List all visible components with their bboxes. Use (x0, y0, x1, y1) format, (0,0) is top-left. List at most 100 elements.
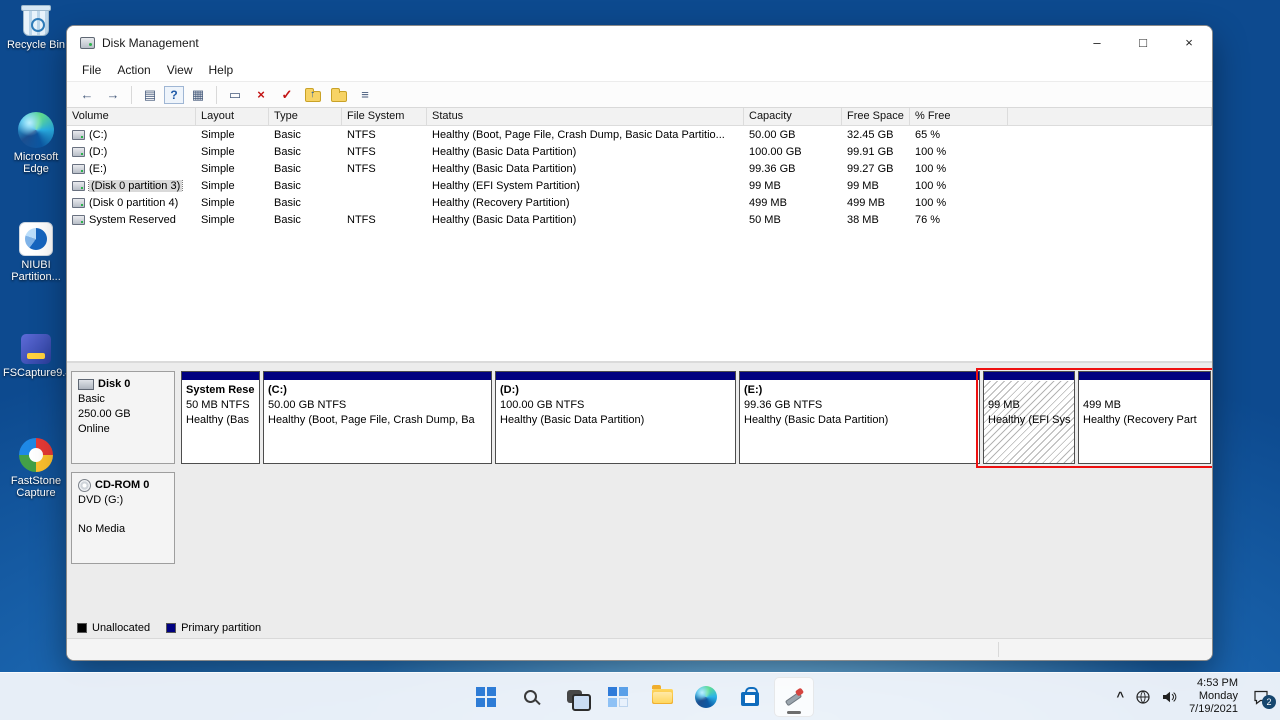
back-icon[interactable]: ← (75, 84, 99, 106)
widgets-button[interactable] (598, 677, 638, 717)
edge-button[interactable] (686, 677, 726, 717)
col-capacity[interactable]: Capacity (744, 108, 842, 125)
legend-primary-partition: Primary partition (166, 622, 261, 634)
volume-row-d[interactable]: (D:) SimpleBasic NTFSHealthy (Basic Data… (67, 143, 1212, 160)
cd-icon (78, 479, 91, 492)
col-file-system[interactable]: File System (342, 108, 427, 125)
desktop-icon-label: NIUBI Partition... (3, 259, 69, 283)
disk0-info-panel[interactable]: Disk 0 Basic 250.00 GB Online (71, 371, 175, 464)
notification-button[interactable]: 2 (1248, 684, 1274, 710)
volume-row-system-reserved[interactable]: System Reserved SimpleBasic NTFSHealthy … (67, 211, 1212, 228)
desktop-icon-label: FSCapture9.4 (3, 367, 69, 379)
system-tray: ^ 4:53 PM Monday 7/19/2021 2 (1113, 673, 1274, 720)
toolbar-separator (216, 86, 217, 104)
desktop-icon-label: Microsoft Edge (3, 151, 69, 175)
drive-icon (72, 181, 85, 191)
col-volume[interactable]: Volume (67, 108, 196, 125)
menu-file[interactable]: File (74, 61, 109, 79)
forward-icon[interactable]: → (101, 84, 125, 106)
disk-management-icon (80, 37, 95, 49)
volume-icon[interactable] (1159, 685, 1179, 709)
cdrom-media: DVD (G:) (78, 493, 168, 508)
disk0-row: Disk 0 Basic 250.00 GB Online System Res… (71, 371, 1210, 464)
niubi-partition-icon (19, 222, 53, 256)
hidden-icons-chevron[interactable]: ^ (1113, 689, 1127, 704)
start-button[interactable] (466, 677, 506, 717)
col-filler (1008, 108, 1212, 125)
partition-c[interactable]: (C:) 50.00 GB NTFS Healthy (Boot, Page F… (263, 371, 492, 464)
windows-logo-icon (476, 687, 496, 707)
partition-efi-system[interactable]: 99 MB Healthy (EFI Sys (983, 371, 1075, 464)
list-view-icon[interactable]: ≡ (353, 84, 377, 106)
toolbar-separator (131, 86, 132, 104)
disk0-kind: Basic (78, 392, 168, 407)
desktop-icon-microsoft-edge[interactable]: Microsoft Edge (3, 112, 69, 175)
menu-view[interactable]: View (159, 61, 201, 79)
recycle-bin-icon (23, 8, 49, 36)
task-view-icon (567, 690, 582, 703)
edge-icon (695, 686, 717, 708)
mark-active-icon[interactable]: ✓ (275, 84, 299, 106)
open-folder-up-icon[interactable] (301, 84, 325, 106)
maximize-button[interactable]: □ (1120, 26, 1166, 59)
partition-e[interactable]: (E:) 99.36 GB NTFS Healthy (Basic Data P… (739, 371, 980, 464)
partition-recovery[interactable]: 499 MB Healthy (Recovery Part (1078, 371, 1211, 464)
desktop-icon-recycle-bin[interactable]: Recycle Bin (3, 8, 69, 51)
task-view-button[interactable] (554, 677, 594, 717)
volume-row-e[interactable]: (E:) SimpleBasic NTFSHealthy (Basic Data… (67, 160, 1212, 177)
menu-bar: File Action View Help (67, 59, 1212, 81)
disk0-state: Online (78, 422, 168, 437)
volume-list: Volume Layout Type File System Status Ca… (67, 108, 1212, 361)
network-icon[interactable] (1133, 685, 1153, 709)
search-icon (524, 690, 537, 703)
clock-day: Monday (1189, 690, 1238, 703)
console-tree-icon[interactable]: ▤ (138, 84, 162, 106)
graphical-view: Disk 0 Basic 250.00 GB Online System Res… (67, 361, 1212, 618)
menu-action[interactable]: Action (109, 61, 158, 79)
col-status[interactable]: Status (427, 108, 744, 125)
close-button[interactable]: × (1166, 26, 1212, 59)
volume-row-c[interactable]: (C:) SimpleBasic NTFSHealthy (Boot, Page… (67, 126, 1212, 143)
folder-icon[interactable] (327, 84, 351, 106)
volume-row-recovery-partition[interactable]: (Disk 0 partition 4) SimpleBasic Healthy… (67, 194, 1212, 211)
drive-icon (72, 215, 85, 225)
col-type[interactable]: Type (269, 108, 342, 125)
desktop-icon-label: FastStone Capture (3, 475, 69, 499)
toolbar: ← → ▤ ? ▦ ▭ × ✓ ≡ (67, 81, 1212, 108)
store-button[interactable] (730, 677, 770, 717)
menu-help[interactable]: Help (201, 61, 242, 79)
taskbar: ^ 4:53 PM Monday 7/19/2021 2 (0, 672, 1280, 720)
status-bar-divider (998, 642, 999, 657)
taskbar-center-icons (466, 673, 814, 720)
delete-volume-icon[interactable]: × (249, 84, 273, 106)
file-explorer-button[interactable] (642, 677, 682, 717)
desktop-icon-niubi-partition[interactable]: NIUBI Partition... (3, 222, 69, 283)
desktop-icon-faststone-capture[interactable]: FastStone Capture (3, 438, 69, 499)
help-icon[interactable]: ? (164, 86, 184, 104)
partition-system-reserved[interactable]: System Rese 50 MB NTFS Healthy (Bas (181, 371, 260, 464)
taskbar-clock[interactable]: 4:53 PM Monday 7/19/2021 (1185, 677, 1242, 716)
file-explorer-icon (652, 689, 673, 704)
primary-partition-swatch (166, 623, 176, 633)
disk-tool-app-button[interactable] (774, 677, 814, 717)
desktop-icon-label: Recycle Bin (3, 39, 69, 51)
partition-d[interactable]: (D:) 100.00 GB NTFS Healthy (Basic Data … (495, 371, 736, 464)
clock-time: 4:53 PM (1189, 677, 1238, 690)
search-button[interactable] (510, 677, 550, 717)
window-title: Disk Management (102, 36, 199, 50)
fscapture-icon (21, 334, 51, 364)
minimize-button[interactable]: – (1074, 26, 1120, 59)
volume-row-efi-partition[interactable]: (Disk 0 partition 3) SimpleBasic Healthy… (67, 177, 1212, 194)
col-free-space[interactable]: Free Space (842, 108, 910, 125)
titlebar[interactable]: Disk Management – □ × (67, 26, 1212, 59)
legend-bar: Unallocated Primary partition (67, 618, 1212, 638)
col-layout[interactable]: Layout (196, 108, 269, 125)
primary-partition-bar (740, 372, 979, 381)
faststone-icon (19, 438, 53, 472)
display-icon[interactable]: ▭ (223, 84, 247, 106)
detail-view-icon[interactable]: ▦ (186, 84, 210, 106)
cdrom-info-panel[interactable]: CD-ROM 0 DVD (G:) No Media (71, 472, 175, 564)
desktop-icon-fscapture[interactable]: FSCapture9.4 (3, 334, 69, 379)
drive-icon (72, 198, 85, 208)
col-pct-free[interactable]: % Free (910, 108, 1008, 125)
